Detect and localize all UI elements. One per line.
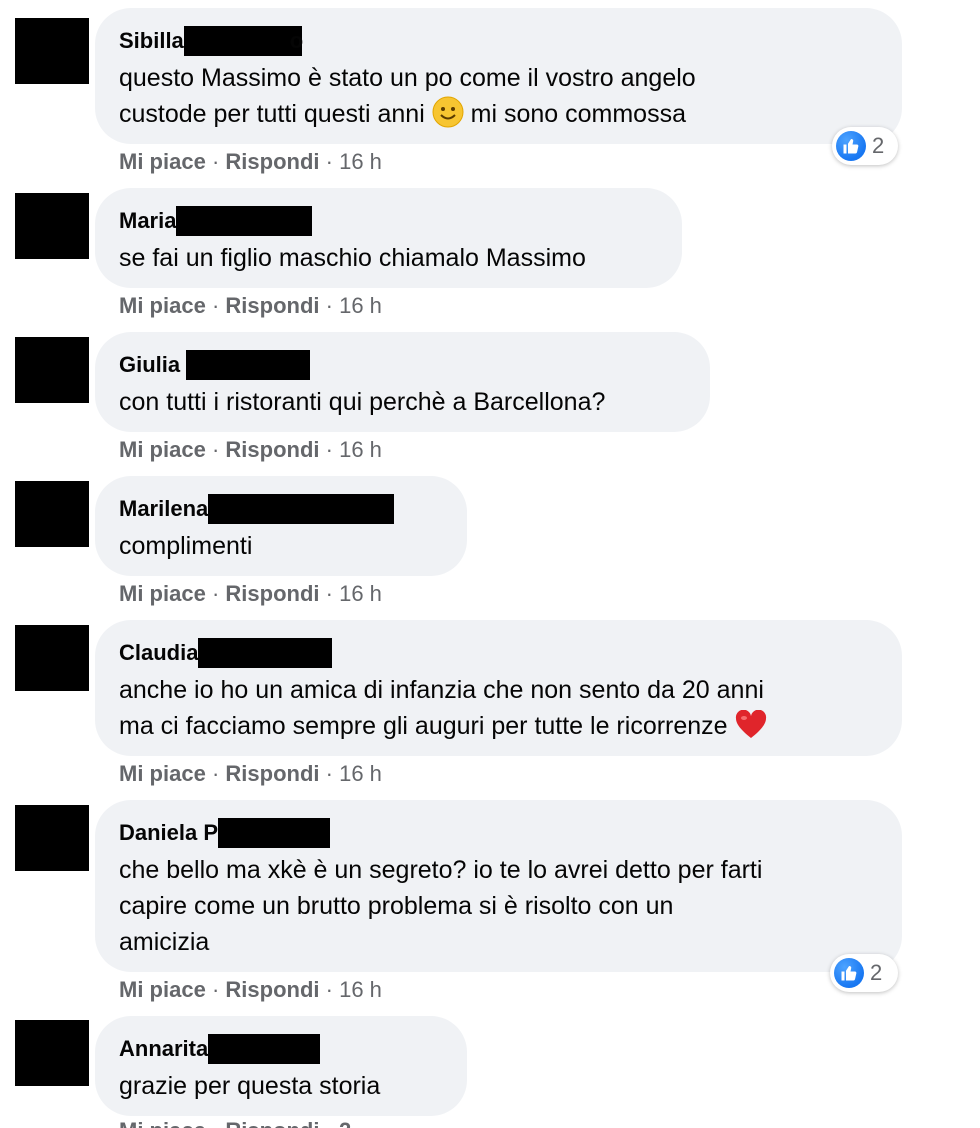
like-link[interactable]: Mi piace [119, 761, 206, 786]
avatar[interactable] [15, 625, 89, 691]
reaction-badge[interactable]: 2 [830, 954, 898, 992]
like-icon [834, 958, 864, 988]
author-tail: o [289, 28, 304, 53]
timestamp[interactable]: 16 h [339, 761, 382, 786]
redaction-bar [176, 206, 313, 236]
timestamp[interactable]: 16 h [339, 149, 382, 174]
timestamp[interactable]: 16 h [339, 581, 382, 606]
smiley-emoji-icon [432, 96, 464, 138]
like-link[interactable]: Mi piace [119, 977, 206, 1002]
comment-bubble: Marilena complimenti [95, 476, 467, 576]
comment-bubble: Daniela P che bello ma xkè è un segreto?… [95, 800, 902, 972]
avatar[interactable] [15, 193, 89, 259]
comment-author[interactable]: Sibilla o [119, 26, 878, 56]
comment-bubble: Giulia con tutti i ristoranti qui perchè… [95, 332, 710, 432]
comment-text: questo Massimo è stato un po come il vos… [119, 60, 878, 138]
comment-text: che bello ma xkè è un segreto? io te lo … [119, 856, 763, 956]
avatar[interactable] [15, 337, 89, 403]
timestamp[interactable]: 16 h [339, 293, 382, 318]
redaction-bar [183, 26, 302, 56]
like-link[interactable]: Mi piace [119, 149, 206, 174]
comment-author[interactable]: Daniela P [119, 818, 878, 848]
like-link[interactable]: Mi piace [119, 437, 206, 462]
reply-link[interactable]: Rispondi [225, 437, 319, 462]
reply-link[interactable]: Rispondi [225, 977, 319, 1002]
redaction-bar [218, 818, 331, 848]
redaction-bar [186, 350, 311, 380]
comment-text: anche io ho un amica di infanzia che non… [119, 672, 878, 750]
comment-author[interactable]: Claudia [119, 638, 878, 668]
heart-emoji-icon [735, 709, 767, 750]
avatar[interactable] [15, 481, 89, 547]
like-icon [836, 131, 866, 161]
comment-bubble: Claudia anche io ho un amica di infanzia… [95, 620, 902, 756]
comment-author[interactable]: Annarita [119, 1034, 443, 1064]
redaction-bar [208, 494, 395, 524]
reaction-count: 2 [872, 133, 885, 158]
comment-actions: Mi piace · Rispondi · 16 h [119, 293, 382, 318]
comment-actions: Mi piace · Rispondi · 16 h [119, 437, 382, 462]
reaction-badge[interactable]: 2 [832, 127, 898, 165]
comment-text: grazie per questa storia [119, 1072, 381, 1100]
avatar[interactable] [15, 805, 89, 871]
comment-bubble: Sibilla o questo Massimo è stato un po co… [95, 8, 902, 144]
like-link[interactable]: Mi piace [119, 581, 206, 606]
reply-link[interactable]: Rispondi [225, 581, 319, 606]
avatar[interactable] [15, 18, 89, 84]
comment-author[interactable]: Marilena [119, 494, 443, 524]
actions-partial[interactable]: Mi piace · Rispondi · 2 [119, 1118, 351, 1128]
redaction-bar [198, 638, 333, 668]
comment-actions: Mi piace · Rispondi · 16 h [119, 977, 382, 1002]
timestamp[interactable]: 16 h [339, 437, 382, 462]
reaction-count: 2 [870, 960, 883, 985]
comment-bubble: Maria se fai un figlio maschio chiamalo … [95, 188, 682, 288]
comment-actions: Mi piace · Rispondi · 16 h [119, 149, 382, 174]
comment-author[interactable]: Maria [119, 206, 658, 236]
avatar[interactable] [15, 1020, 89, 1086]
comment-bubble: Annarita grazie per questa storia [95, 1016, 467, 1116]
timestamp[interactable]: 16 h [339, 977, 382, 1002]
comment-actions-cut-off: Mi piace · Rispondi · 2 [119, 1118, 351, 1128]
like-link[interactable]: Mi piace [119, 293, 206, 318]
comment-actions: Mi piace · Rispondi · 16 h [119, 581, 382, 606]
comment-actions: Mi piace · Rispondi · 16 h [119, 761, 382, 786]
comment-text: con tutti i ristoranti qui perchè a Barc… [119, 388, 606, 416]
redaction-bar [208, 1034, 321, 1064]
comment-author[interactable]: Giulia [119, 350, 686, 380]
reply-link[interactable]: Rispondi [225, 761, 319, 786]
comment-text: se fai un figlio maschio chiamalo Massim… [119, 244, 586, 272]
reply-link[interactable]: Rispondi [225, 149, 319, 174]
reply-link[interactable]: Rispondi [225, 293, 319, 318]
comment-text: complimenti [119, 532, 253, 560]
